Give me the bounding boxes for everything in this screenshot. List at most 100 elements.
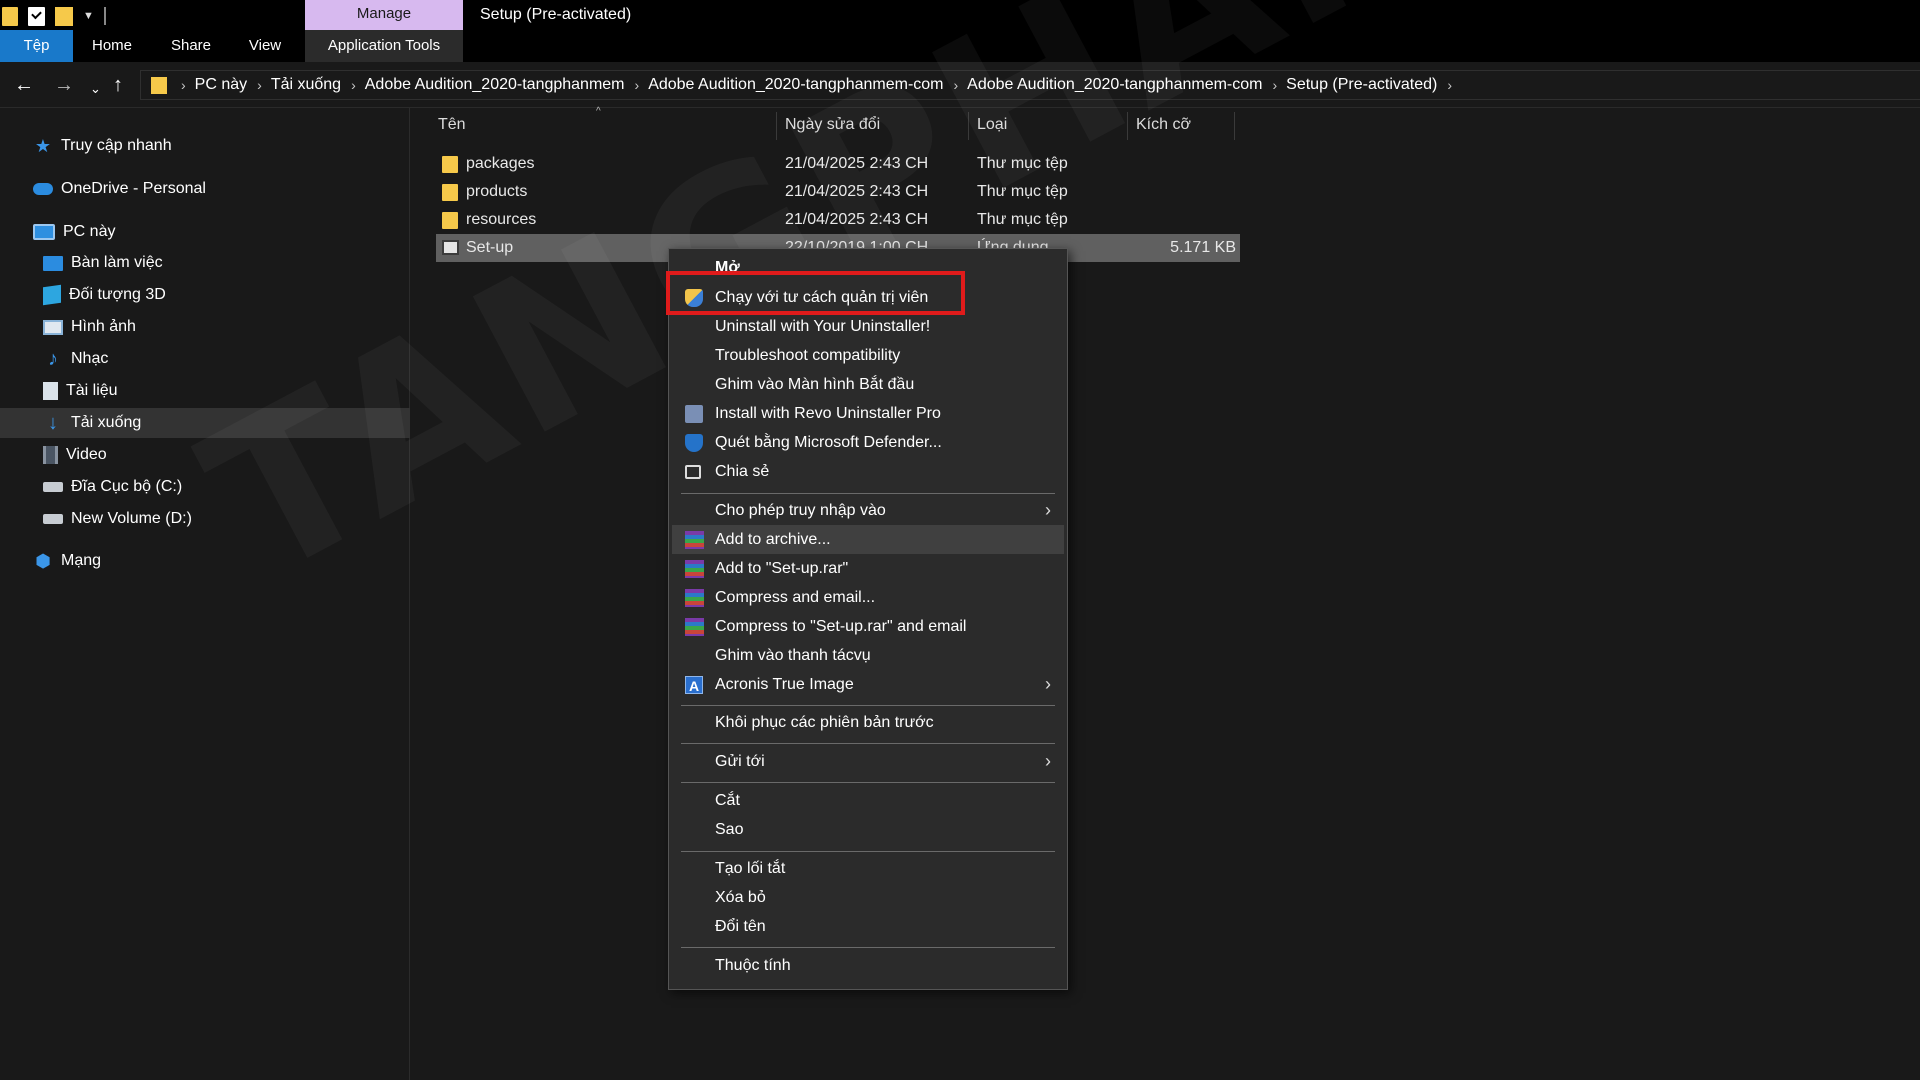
menu-item-add-to-rar[interactable]: Add to "Set-up.rar" <box>672 554 1064 583</box>
menu-item-rename[interactable]: Đổi tên <box>672 912 1064 941</box>
cube-3d-icon <box>43 284 61 306</box>
tab-file[interactable]: Tệp <box>0 30 73 62</box>
menu-item-copy[interactable]: Sao <box>672 815 1064 844</box>
winrar-icon <box>685 618 704 636</box>
menu-item-properties[interactable]: Thuộc tính <box>672 951 1064 980</box>
sidebar-item-drive-c[interactable]: Đĩa Cục bộ (C:) <box>0 472 410 502</box>
chevron-right-icon[interactable]: › <box>954 77 959 93</box>
column-divider[interactable] <box>968 112 969 140</box>
breadcrumb-item[interactable]: Adobe Audition_2020-tangphanmem <box>365 76 625 94</box>
breadcrumb-item[interactable]: Adobe Audition_2020-tangphanmem-com <box>648 76 943 94</box>
sidebar-item-label: Đĩa Cục bộ (C:) <box>71 478 183 495</box>
menu-item-give-access[interactable]: Cho phép truy nhập vào › <box>672 496 1064 525</box>
menu-item-label: Quét bằng Microsoft Defender... <box>715 434 942 451</box>
winrar-icon <box>685 531 704 549</box>
share-icon <box>685 465 701 479</box>
column-header-size[interactable]: Kích cỡ <box>1136 108 1191 142</box>
sidebar-item-desktop[interactable]: Bàn làm việc <box>0 248 410 278</box>
menu-item-add-to-archive[interactable]: Add to archive... <box>672 525 1064 554</box>
menu-item-defender-scan[interactable]: Quét bằng Microsoft Defender... <box>672 428 1064 457</box>
sidebar-item-pictures[interactable]: Hình ảnh <box>0 312 410 342</box>
menu-item-compress-rar-email[interactable]: Compress to "Set-up.rar" and email <box>672 612 1064 641</box>
menu-item-cut[interactable]: Cắt <box>672 786 1064 815</box>
chevron-right-icon[interactable]: › <box>635 77 640 93</box>
menu-item-compress-email[interactable]: Compress and email... <box>672 583 1064 612</box>
sidebar-item-downloads[interactable]: ↓ Tải xuống <box>0 408 410 438</box>
sidebar-item-quick-access[interactable]: ★ Truy cập nhanh <box>0 131 410 161</box>
file-name: products <box>466 183 528 200</box>
back-icon[interactable]: ← <box>14 74 34 96</box>
manage-tab[interactable]: Manage <box>305 0 463 30</box>
sidebar-item-network[interactable]: ⬢ Mạng <box>0 546 410 576</box>
menu-separator <box>681 493 1055 494</box>
winrar-icon <box>685 560 704 578</box>
sidebar-item-video[interactable]: Video <box>0 440 410 470</box>
sidebar-item-3d-objects[interactable]: Đối tượng 3D <box>0 280 410 310</box>
menu-item-create-shortcut[interactable]: Tạo lối tắt <box>672 854 1064 883</box>
address-bar: ← → ⌄ ↑ › PC này › Tải xuống › Adobe Aud… <box>0 62 1920 108</box>
table-row[interactable]: products 21/04/2025 2:43 CH Thư mục tệp <box>436 178 1240 206</box>
chevron-right-icon[interactable]: › <box>181 77 186 93</box>
tab-home[interactable]: Home <box>83 30 141 62</box>
menu-item-delete[interactable]: Xóa bỏ <box>672 883 1064 912</box>
tab-share[interactable]: Share <box>163 30 219 62</box>
column-divider[interactable] <box>1234 112 1235 140</box>
breadcrumb-item[interactable]: Setup (Pre-activated) <box>1286 76 1437 94</box>
file-type: Thư mục tệp <box>977 155 1068 172</box>
menu-item-send-to[interactable]: Gửi tới › <box>672 747 1064 776</box>
column-divider[interactable] <box>1127 112 1128 140</box>
sidebar-item-onedrive[interactable]: OneDrive - Personal <box>0 174 410 204</box>
sidebar-item-drive-d[interactable]: New Volume (D:) <box>0 504 410 534</box>
menu-item-restore-versions[interactable]: Khôi phục các phiên bản trước <box>672 708 1064 737</box>
window-title: Setup (Pre-activated) <box>480 6 632 23</box>
chevron-right-icon[interactable]: › <box>1447 77 1452 93</box>
menu-item-acronis[interactable]: A Acronis True Image › <box>672 670 1064 699</box>
address-field[interactable]: › PC này › Tải xuống › Adobe Audition_20… <box>140 70 1920 100</box>
breadcrumb-item[interactable]: Adobe Audition_2020-tangphanmem-com <box>967 76 1262 94</box>
file-size: 5.171 KB <box>1170 239 1236 256</box>
highlight-box <box>666 271 965 315</box>
recent-locations-icon[interactable]: ⌄ <box>90 78 101 100</box>
menu-item-revo-install[interactable]: Install with Revo Uninstaller Pro <box>672 399 1064 428</box>
menu-item-troubleshoot[interactable]: Troubleshoot compatibility <box>672 341 1064 370</box>
breadcrumb-item[interactable]: PC này <box>195 76 247 94</box>
properties-icon[interactable] <box>28 6 45 26</box>
file-date: 21/04/2025 2:43 CH <box>785 155 929 172</box>
column-header-type[interactable]: Loại <box>977 108 1007 142</box>
forward-icon[interactable]: → <box>54 74 74 96</box>
tab-view[interactable]: View <box>240 30 290 62</box>
menu-item-share[interactable]: Chia sẻ <box>672 457 1064 486</box>
breadcrumb-item[interactable]: Tải xuống <box>271 76 341 94</box>
chevron-right-icon[interactable]: › <box>257 77 262 93</box>
menu-item-label: Chia sẻ <box>715 463 770 480</box>
table-row[interactable]: resources 21/04/2025 2:43 CH Thư mục tệp <box>436 206 1240 234</box>
quick-access-toolbar: ▼ <box>2 5 116 27</box>
menu-item-label: Compress to "Set-up.rar" and email <box>715 618 967 635</box>
column-header-name[interactable]: Tên <box>438 108 466 142</box>
folder-icon[interactable] <box>2 6 18 26</box>
column-divider[interactable] <box>776 112 777 140</box>
up-icon[interactable]: ↑ <box>113 74 123 96</box>
chevron-right-icon[interactable]: › <box>351 77 356 93</box>
drive-icon <box>43 514 63 524</box>
menu-separator <box>681 851 1055 852</box>
menu-separator <box>681 743 1055 744</box>
menu-item-pin-start[interactable]: Ghim vào Màn hình Bắt đầu <box>672 370 1064 399</box>
chevron-right-icon[interactable]: › <box>1272 77 1277 93</box>
chevron-right-icon: › <box>1045 674 1051 694</box>
sidebar-item-label: Tài liệu <box>66 382 118 399</box>
menu-item-uninstall-your-uninstaller[interactable]: Uninstall with Your Uninstaller! <box>672 312 1064 341</box>
file-type: Thư mục tệp <box>977 211 1068 228</box>
menu-item-pin-taskbar[interactable]: Ghim vào thanh tácvụ <box>672 641 1064 670</box>
sidebar-item-music[interactable]: ♪ Nhạc <box>0 344 410 374</box>
menu-separator <box>681 947 1055 948</box>
customize-toolbar-icon[interactable]: ▼ <box>83 10 94 22</box>
tab-application-tools[interactable]: Application Tools <box>305 30 463 62</box>
folder-icon <box>442 156 458 173</box>
download-icon: ↓ <box>48 412 58 434</box>
sidebar-item-this-pc[interactable]: PC này <box>0 217 410 247</box>
new-folder-icon[interactable] <box>55 6 73 26</box>
table-row[interactable]: packages 21/04/2025 2:43 CH Thư mục tệp <box>436 150 1240 178</box>
sidebar-item-documents[interactable]: Tài liệu <box>0 376 410 406</box>
column-header-date[interactable]: Ngày sửa đổi <box>785 108 880 142</box>
